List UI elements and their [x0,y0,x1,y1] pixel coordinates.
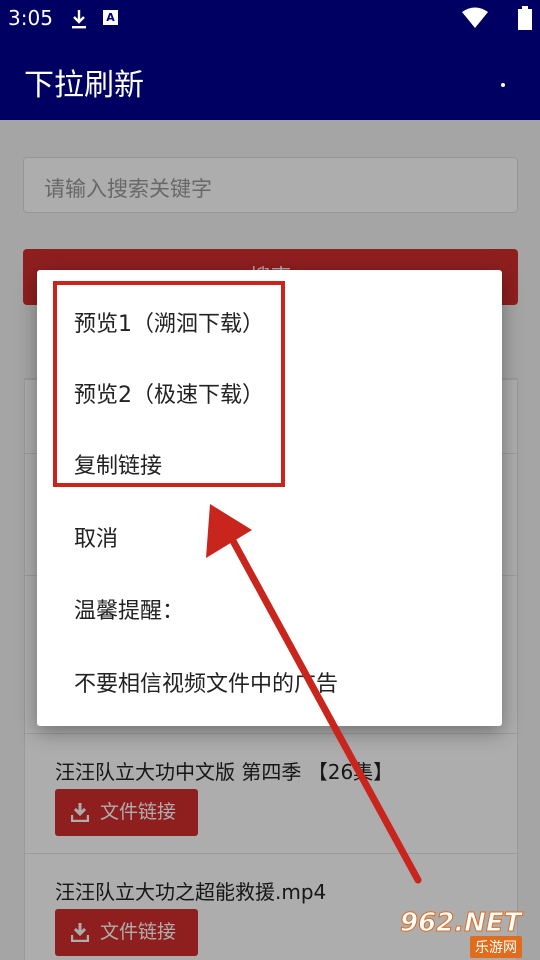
battery-icon [518,6,532,30]
watermark-top: 962.NET [399,908,522,939]
dialog-option-reminder[interactable]: 温馨提醒： [74,593,184,625]
overflow-menu-icon[interactable] [501,83,505,87]
dialog-option-cancel[interactable]: 取消 [74,521,118,553]
watermark-bottom: 乐游网 [470,936,522,958]
status-bar: 3:05 A [0,0,540,38]
wifi-icon [462,7,488,28]
status-time: 3:05 [8,6,53,30]
dialog-option-ad-warning[interactable]: 不要相信视频文件中的广告 [74,666,338,698]
annotation-highlight-box [53,281,285,487]
a-icon: A [103,10,118,25]
page-title: 下拉刷新 [24,68,144,103]
watermark-logo: 962.NET 乐游网 [399,908,540,960]
download-icon [72,10,86,29]
app-bar: 下拉刷新 [0,38,540,120]
